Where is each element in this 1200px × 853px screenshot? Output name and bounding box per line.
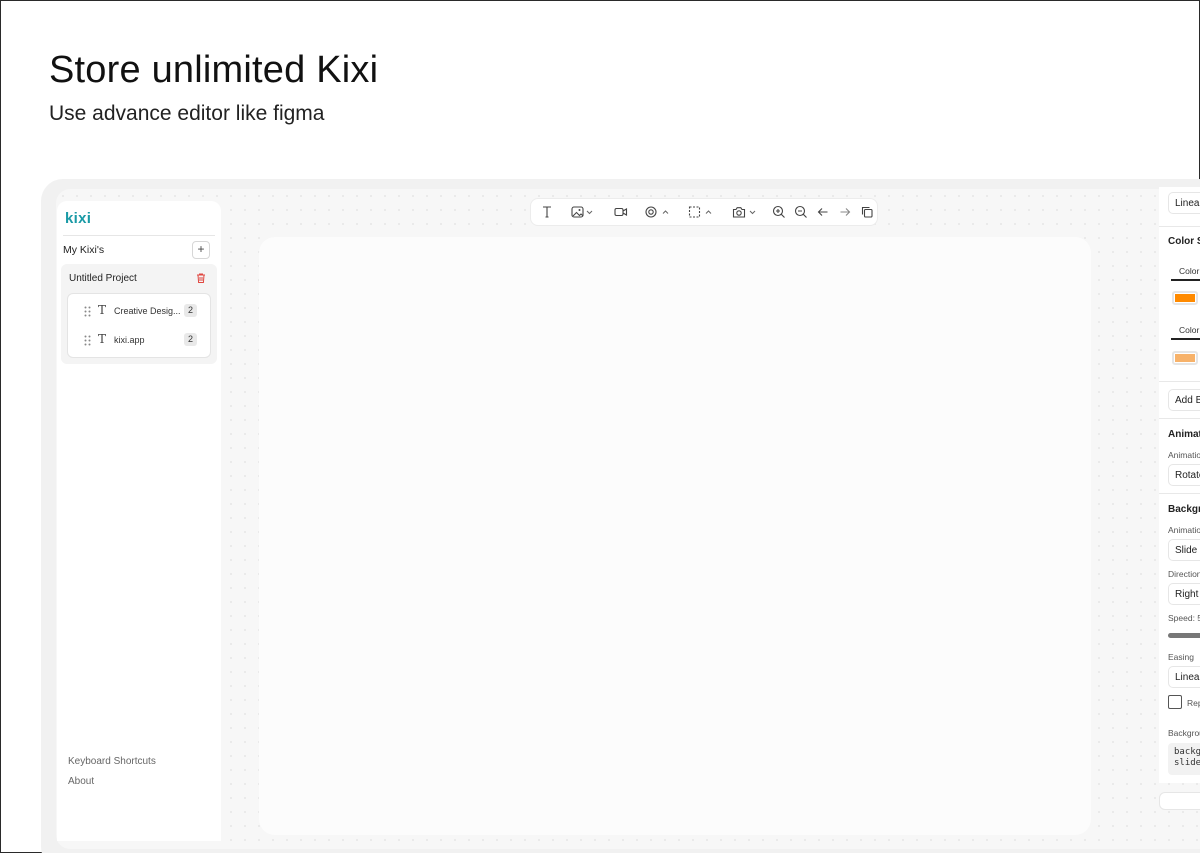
duplicate-icon[interactable] bbox=[860, 205, 874, 221]
easing-select[interactable]: Linear bbox=[1168, 666, 1200, 688]
sidebar-divider bbox=[63, 235, 215, 236]
hero-title: Store unlimited Kixi bbox=[49, 49, 379, 91]
color-swatch-fill-1 bbox=[1175, 294, 1195, 302]
drag-handle-icon[interactable] bbox=[84, 335, 91, 346]
bg-code-line: slideB bbox=[1174, 758, 1200, 768]
easing-label: Easing bbox=[1168, 652, 1194, 662]
speed-label: Speed: 5 bbox=[1168, 613, 1200, 623]
direction-label: Direction bbox=[1168, 569, 1200, 579]
selection-tool-icon[interactable] bbox=[688, 205, 716, 221]
bg-animation-label: Animatio bbox=[1168, 525, 1200, 535]
panel-bottom-button[interactable] bbox=[1159, 792, 1200, 810]
bg-code-label: Backgrou bbox=[1168, 728, 1200, 738]
about-link[interactable]: About bbox=[68, 776, 94, 787]
panel-divider bbox=[1159, 226, 1200, 227]
animation-title: Animat bbox=[1168, 429, 1200, 440]
add-button[interactable]: Add B bbox=[1168, 389, 1200, 411]
zoom-out-icon[interactable] bbox=[794, 205, 808, 221]
color-tab-2[interactable]: Color bbox=[1171, 325, 1200, 340]
animation-select[interactable]: Rotate bbox=[1168, 464, 1200, 486]
drag-handle-icon[interactable] bbox=[84, 306, 91, 317]
animation-label: Animatio bbox=[1168, 450, 1200, 460]
kixi-logo: kixi bbox=[65, 210, 92, 227]
layer-count-badge: 2 bbox=[184, 333, 197, 346]
text-layer-icon: T bbox=[98, 303, 107, 317]
repeat-label: Rep bbox=[1187, 698, 1200, 708]
background-title: Backgro bbox=[1168, 504, 1200, 515]
sidebar: kixi My Kixi's + Untitled Project T Crea… bbox=[57, 201, 221, 841]
layer-label: Creative Desig... bbox=[114, 306, 181, 316]
bg-code-box[interactable]: backgr slideB bbox=[1168, 743, 1200, 775]
text-tool-icon[interactable] bbox=[541, 205, 553, 221]
bg-animation-select[interactable]: Slide bbox=[1168, 539, 1200, 561]
image-tool-icon[interactable] bbox=[571, 205, 597, 221]
toolbar bbox=[530, 198, 878, 226]
bg-code-line: backgr bbox=[1174, 747, 1200, 757]
repeat-checkbox[interactable] bbox=[1168, 695, 1182, 709]
camera-tool-icon[interactable] bbox=[732, 205, 760, 221]
keyboard-shortcuts-link[interactable]: Keyboard Shortcuts bbox=[68, 756, 156, 767]
panel-divider bbox=[1159, 381, 1200, 382]
trash-icon[interactable] bbox=[195, 272, 207, 284]
project-name[interactable]: Untitled Project bbox=[69, 273, 137, 284]
design-canvas[interactable] bbox=[259, 237, 1091, 835]
color-swatch-2[interactable] bbox=[1172, 351, 1198, 365]
color-swatch-1[interactable] bbox=[1172, 291, 1198, 305]
shape-tool-icon[interactable] bbox=[644, 205, 672, 221]
easing-top-select[interactable]: Linear bbox=[1168, 192, 1200, 214]
color-stops-title: Color S bbox=[1168, 236, 1200, 247]
video-tool-icon[interactable] bbox=[614, 205, 628, 221]
direction-select[interactable]: Right bbox=[1168, 583, 1200, 605]
redo-arrow-icon[interactable] bbox=[838, 205, 852, 221]
layer-row[interactable]: T Creative Desig... 2 bbox=[68, 301, 210, 321]
properties-panel: Linear Color S Color Color Add B Animat … bbox=[1159, 187, 1200, 783]
color-swatch-fill-2 bbox=[1175, 354, 1195, 362]
layer-label: kixi.app bbox=[114, 335, 145, 345]
layers-list: T Creative Desig... 2 T kixi.app 2 bbox=[67, 293, 211, 358]
panel-divider bbox=[1159, 418, 1200, 419]
undo-arrow-icon[interactable] bbox=[816, 205, 830, 221]
hero-subtitle: Use advance editor like figma bbox=[49, 102, 325, 125]
text-layer-icon: T bbox=[98, 332, 107, 346]
color-tab-1[interactable]: Color bbox=[1171, 266, 1200, 281]
my-kixis-title: My Kixi's bbox=[63, 244, 105, 256]
panel-divider bbox=[1159, 493, 1200, 494]
speed-slider[interactable] bbox=[1168, 633, 1200, 638]
add-project-button[interactable]: + bbox=[192, 241, 210, 259]
zoom-in-icon[interactable] bbox=[772, 205, 786, 221]
project-card[interactable]: Untitled Project T Creative Desig... 2 T… bbox=[61, 264, 217, 364]
layer-count-badge: 2 bbox=[184, 304, 197, 317]
layer-row[interactable]: T kixi.app 2 bbox=[68, 330, 210, 350]
